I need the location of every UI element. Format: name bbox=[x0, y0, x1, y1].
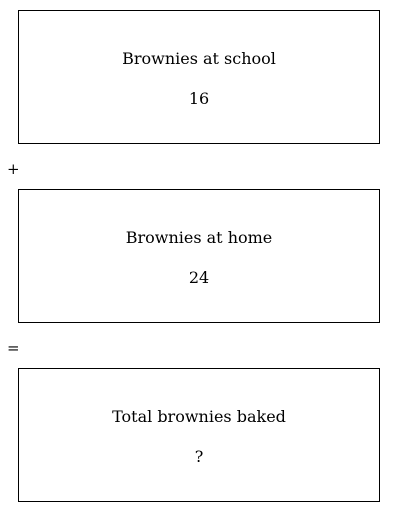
brownies-at-school-label: Brownies at school bbox=[122, 49, 276, 68]
equals-operator: = bbox=[7, 339, 20, 357]
brownies-at-home-value: 24 bbox=[188, 268, 210, 287]
total-brownies-baked-label: Total brownies baked bbox=[112, 407, 286, 426]
brownies-at-school-value: 16 bbox=[188, 89, 210, 108]
brownies-at-home-label: Brownies at home bbox=[125, 228, 273, 247]
brownies-at-home-box: Brownies at home 24 bbox=[18, 189, 380, 323]
total-brownies-baked-box: Total brownies baked ? bbox=[18, 368, 380, 502]
total-brownies-baked-value: ? bbox=[194, 447, 204, 466]
plus-operator: + bbox=[7, 160, 20, 178]
brownies-at-school-box: Brownies at school 16 bbox=[18, 10, 380, 144]
